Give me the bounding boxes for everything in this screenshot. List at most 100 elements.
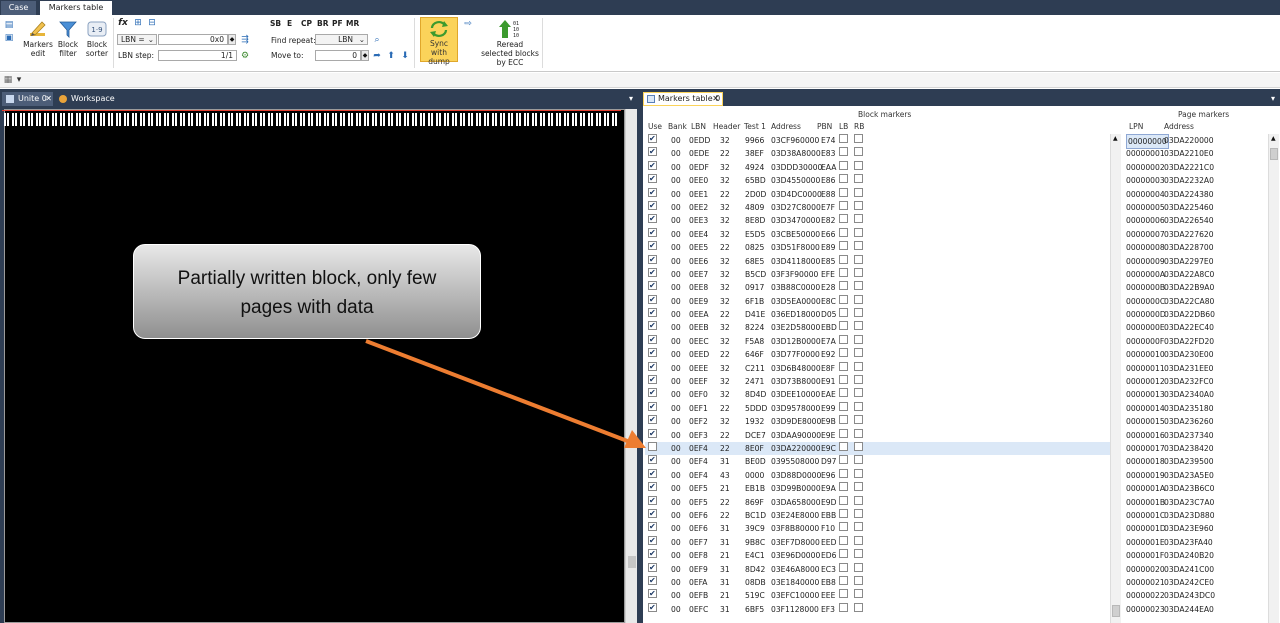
scroll-up-icon[interactable]: ▲ [1113,135,1118,142]
rb-checkbox[interactable] [854,254,863,264]
lb-checkbox[interactable] [839,241,848,251]
use-checkbox[interactable] [648,239,657,252]
rb-checkbox[interactable] [854,535,863,545]
use-checkbox[interactable] [648,373,657,386]
table-row[interactable]: 00 0EF7 31 9B8C 03EF7D8000EED [645,534,1115,549]
table-row[interactable]: 00 0EF4 43 0000 03D88D0000E96 [645,467,1115,482]
markers-edit-button[interactable]: Markers edit [22,19,54,58]
lb-checkbox[interactable] [839,267,848,277]
tab-case[interactable]: Case [1,1,36,15]
table-row[interactable]: 00 0EE8 32 0917 03B88C0000E28 [645,279,1115,294]
lb-checkbox[interactable] [839,334,848,344]
use-checkbox[interactable] [648,333,657,346]
reread-blocks-button[interactable]: 01 10 10 Reread selected blocks by ECC [480,19,540,67]
use-checkbox[interactable] [648,534,657,547]
col-header[interactable]: Header [713,122,740,131]
use-checkbox[interactable] [648,453,657,466]
rb-checkbox[interactable] [854,562,863,572]
page-row[interactable]: 00000020 03DA241C00 [1124,563,1270,576]
table-row[interactable]: 00 0EEF 32 2471 03D73B8000E91 [645,373,1115,388]
page-row[interactable]: 00000007 03DA227620 [1124,228,1270,241]
page-row[interactable]: 0000000D 03DA22DB60 [1124,308,1270,321]
lb-checkbox[interactable] [839,562,848,572]
lbn-value-spinner[interactable]: ◆ [228,34,236,45]
col-address[interactable]: Address [771,122,801,131]
lb-checkbox[interactable] [839,508,848,518]
function-icon[interactable]: fx [118,18,128,28]
rb-checkbox[interactable] [854,214,863,224]
col-use[interactable]: Use [648,122,662,131]
lb-checkbox[interactable] [839,348,848,358]
col-lb[interactable]: LB [839,122,848,131]
flag-cp[interactable]: CP [301,19,312,28]
use-checkbox[interactable] [648,212,657,225]
table-row[interactable]: 00 0EFA 31 08DB 03E1840000EB8 [645,574,1115,589]
table-row[interactable]: 00 0EEE 32 C211 03D6B48000E8F [645,360,1115,375]
rb-checkbox[interactable] [854,495,863,505]
table-row[interactable]: 00 0EF4 31 BE0D 0395508000D97 [645,453,1115,468]
use-checkbox[interactable] [648,574,657,587]
table-row[interactable]: 00 0EF1 22 5DDD03D9578000E99 [645,400,1115,415]
pane-menu-icon[interactable]: ▾ [629,94,633,103]
page-row[interactable]: 00000011 03DA231EE0 [1124,362,1270,375]
table-row[interactable]: 00 0EF5 22 869F 03DA658000E9D [645,494,1115,509]
go-icon[interactable]: ⇶ [240,35,250,45]
page-row[interactable]: 00000009 03DA2297E0 [1124,255,1270,268]
table-row[interactable]: 00 0EEA 22 D41E 036ED18000D05 [645,306,1115,321]
rb-checkbox[interactable] [854,441,863,451]
page-row[interactable]: 00000008 03DA228700 [1124,241,1270,254]
col-lpn[interactable]: LPN [1129,122,1143,131]
layout-icon[interactable]: ▦ [3,75,13,85]
lb-checkbox[interactable] [839,388,848,398]
page-row[interactable]: 0000001D 03DA23E960 [1124,522,1270,535]
use-checkbox[interactable] [648,293,657,306]
rb-checkbox[interactable] [854,549,863,559]
lb-checkbox[interactable] [839,321,848,331]
lb-checkbox[interactable] [839,147,848,157]
page-row[interactable]: 00000001 03DA2210E0 [1124,147,1270,160]
table-row[interactable]: 00 0EF5 21 EB1B 03D99B0000E9A [645,480,1115,495]
use-checkbox[interactable] [648,145,657,158]
rb-checkbox[interactable] [854,589,863,599]
scroll-thumb[interactable] [628,556,636,568]
rb-checkbox[interactable] [854,200,863,210]
flag-mr[interactable]: MR [346,19,359,28]
use-checkbox[interactable] [648,186,657,199]
page-row[interactable]: 00000006 03DA226540 [1124,214,1270,227]
use-checkbox[interactable] [648,494,657,507]
rb-checkbox[interactable] [854,428,863,438]
lb-checkbox[interactable] [839,428,848,438]
use-checkbox[interactable] [648,279,657,292]
table-row[interactable]: 00 0EF0 32 8D4D 03DEE10000EAE [645,386,1115,401]
lb-checkbox[interactable] [839,522,848,532]
rb-checkbox[interactable] [854,415,863,425]
page-row[interactable]: 00000019 03DA23A5E0 [1124,469,1270,482]
arrow-up-icon[interactable]: ⬆ [386,51,396,61]
table-row[interactable]: 00 0EED 22 646F 03D77F0000E92 [645,346,1115,361]
block-filter-button[interactable]: Block filter [54,19,82,58]
tab-unite-0[interactable]: Unite 0 ✕ [2,92,53,106]
rb-checkbox[interactable] [854,482,863,492]
lbn-operator-select[interactable]: LBN = ⌄ [117,34,157,45]
page-row[interactable]: 00000021 03DA242CE0 [1124,576,1270,589]
rb-checkbox[interactable] [854,294,863,304]
scroll-thumb[interactable] [1270,148,1278,160]
lb-checkbox[interactable] [839,549,848,559]
use-checkbox[interactable] [648,507,657,520]
page-row[interactable]: 00000010 03DA230E00 [1124,348,1270,361]
rb-checkbox[interactable] [854,308,863,318]
use-checkbox[interactable] [648,587,657,600]
lbn-value-input[interactable]: 0x0 [158,34,228,45]
rb-checkbox[interactable] [854,147,863,157]
flag-sb[interactable]: SB [270,19,281,28]
move-to-spinner[interactable]: ◆ [361,50,369,61]
use-checkbox[interactable] [648,199,657,212]
rb-checkbox[interactable] [854,388,863,398]
table-row[interactable]: 00 0EDD 32 9966 03CF960000E74 [645,132,1115,147]
table-row[interactable]: 00 0EF6 22 BC1D 03E24E8000EBB [645,507,1115,522]
rb-checkbox[interactable] [854,401,863,411]
lb-checkbox[interactable] [839,308,848,318]
lb-checkbox[interactable] [839,361,848,371]
use-checkbox[interactable] [648,253,657,266]
table-row[interactable]: 00 0EE7 32 B5CD 03F3F90000EFE [645,266,1115,281]
